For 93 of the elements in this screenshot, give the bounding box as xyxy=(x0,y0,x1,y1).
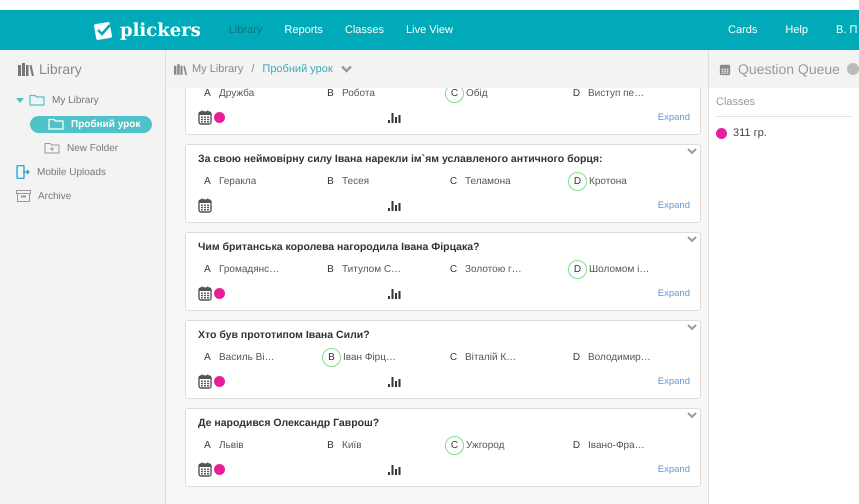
archive-icon xyxy=(16,190,31,202)
answer-text: Золотою г… xyxy=(465,264,522,274)
expand-link[interactable]: Expand xyxy=(658,288,690,298)
sidebar-item[interactable]: New Folder xyxy=(44,140,130,156)
answer-text: Тесея xyxy=(342,176,370,186)
answer-letter: C xyxy=(448,174,458,188)
calendar-icon[interactable] xyxy=(198,374,212,388)
answer-text: Івано-Фра… xyxy=(588,440,645,450)
answer-text: Робота xyxy=(342,88,375,98)
calendar-icon[interactable] xyxy=(198,462,212,476)
answer-letter: A xyxy=(203,438,212,452)
answer-text: Віталій К… xyxy=(465,352,516,362)
sidebar-item[interactable]: Mobile Uploads xyxy=(16,164,118,180)
answer-letter: B xyxy=(326,88,335,100)
answer-text: Кротона xyxy=(589,176,627,186)
answer-letter: A xyxy=(203,262,212,276)
answer-text: Іван Фірц… xyxy=(343,352,396,362)
answer-letter: D xyxy=(572,350,582,364)
answer-letter: D xyxy=(568,172,587,190)
question-text: Хто був прототипом Івана Сили? xyxy=(198,329,371,341)
library-icon xyxy=(174,64,187,74)
bar-chart-icon[interactable] xyxy=(388,111,401,123)
answer-text: Дружба xyxy=(219,88,254,98)
answer-text: Ужгород xyxy=(466,440,504,450)
answer-letter: D xyxy=(572,88,582,100)
answer-text: Титулом С… xyxy=(342,264,402,274)
answer-text: Виступ пе… xyxy=(588,88,644,98)
nav-link[interactable]: Reports xyxy=(284,24,323,36)
question-text: Де народився Олександр Гаврош? xyxy=(198,417,380,429)
answer-letter: C xyxy=(448,262,458,276)
class-name[interactable]: 311 гр. xyxy=(733,127,767,139)
calendar-icon[interactable] xyxy=(198,286,212,300)
expand-link[interactable]: Expand xyxy=(658,200,690,210)
nav-link[interactable]: Help xyxy=(785,24,808,36)
chevron-down-icon[interactable] xyxy=(687,324,697,331)
folder-icon xyxy=(48,118,64,130)
breadcrumb-current[interactable]: Пробний урок xyxy=(262,63,333,75)
logo-text: plickers xyxy=(120,20,201,40)
calendar-icon[interactable] xyxy=(198,198,212,212)
answer-text: Василь Ві… xyxy=(219,352,275,362)
section-label: Classes xyxy=(716,88,852,117)
chevron-down-icon[interactable] xyxy=(687,148,697,155)
answer-letter: A xyxy=(203,88,212,100)
expand-link[interactable]: Expand xyxy=(658,464,690,474)
sidebar-item[interactable]: Archive xyxy=(16,188,84,204)
nav-link[interactable]: Cards xyxy=(728,24,758,36)
bar-chart-icon[interactable] xyxy=(388,287,401,299)
chevron-down-icon[interactable] xyxy=(687,236,697,243)
answer-letter: B xyxy=(326,262,335,276)
chevron-down-icon[interactable] xyxy=(687,412,697,419)
question-text: Чим британська королева нагородила Івана Фірцака? xyxy=(198,241,481,253)
answer-letter: B xyxy=(322,348,341,366)
answer-text: Обід xyxy=(466,88,488,98)
new-folder-icon xyxy=(44,142,60,154)
calendar-icon xyxy=(719,62,731,76)
answer-letter: D xyxy=(568,260,587,278)
answer-text: Теламона xyxy=(465,176,511,186)
nav-link[interactable]: Classes xyxy=(344,24,384,36)
bar-chart-icon[interactable] xyxy=(388,199,401,211)
calendar-icon[interactable] xyxy=(198,110,212,124)
nav-link[interactable]: Library xyxy=(228,24,262,36)
answer-letter: B xyxy=(326,438,335,452)
answer-letter: A xyxy=(203,350,212,364)
chevron-down-icon[interactable] xyxy=(340,65,352,73)
nav-link[interactable]: Live View xyxy=(406,24,453,36)
answer-letter: C xyxy=(445,436,464,454)
sidebar-title: Library xyxy=(39,61,82,77)
logo-icon xyxy=(92,19,114,41)
answer-letter: C xyxy=(445,88,464,102)
answer-text: Київ xyxy=(342,440,362,450)
question-text: За свою неймовірну силу Івана нарекли ім`ям уславленого античного борця: xyxy=(198,153,604,165)
expand-link[interactable]: Expand xyxy=(658,112,690,122)
answer-letter: D xyxy=(572,438,582,452)
user-menu[interactable]: В. П xyxy=(836,24,859,36)
answer-text: Шоломом і… xyxy=(589,264,650,274)
sidebar-item[interactable]: Пробний урок xyxy=(30,116,152,132)
answer-letter: B xyxy=(326,174,335,188)
answer-text: Громадянс… xyxy=(219,264,280,274)
answer-text: Володимир… xyxy=(588,352,651,362)
answer-letter: A xyxy=(203,174,212,188)
breadcrumb-link[interactable]: My Library xyxy=(192,63,244,75)
bar-chart-icon[interactable] xyxy=(388,463,401,475)
answer-text: Геракла xyxy=(219,176,256,186)
bar-chart-icon[interactable] xyxy=(388,375,401,387)
folder-icon xyxy=(29,94,45,106)
expand-link[interactable]: Expand xyxy=(658,376,690,386)
sidebar-item[interactable]: My Library xyxy=(29,92,111,108)
panel-title: Question Queue xyxy=(738,61,840,77)
answer-letter: C xyxy=(448,350,458,364)
answer-text: Львів xyxy=(219,440,244,450)
mobile-upload-icon xyxy=(16,165,30,179)
library-icon xyxy=(18,62,34,76)
breadcrumb-separator: / xyxy=(251,63,254,75)
